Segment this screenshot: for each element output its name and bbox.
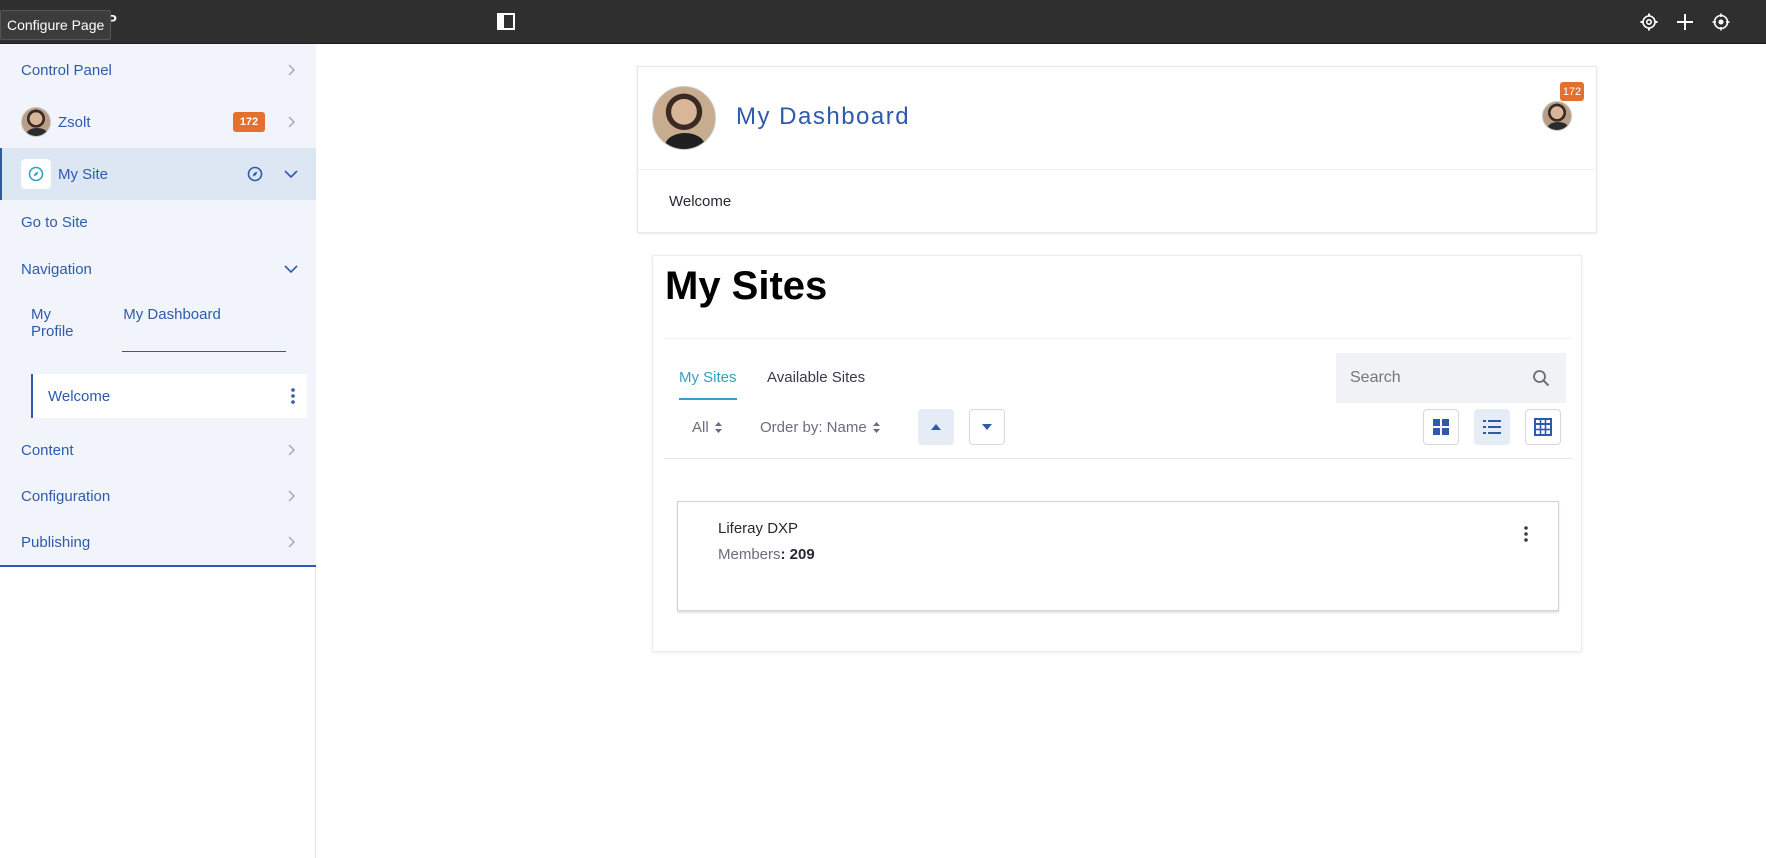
sidebar-item-content[interactable]: Content — [0, 428, 316, 472]
sidebar-item-go-to-site[interactable]: Go to Site — [0, 200, 316, 244]
product-menu-sidebar: Control Panel Zsolt 172 My Site Go to Si… — [0, 44, 316, 858]
simulation-icon[interactable] — [1712, 13, 1730, 31]
page-tree-item-welcome[interactable]: Welcome — [31, 374, 307, 418]
panel-toggle-icon[interactable] — [497, 13, 515, 30]
avatar — [1542, 101, 1572, 131]
navigation-tabs: My Profile My Dashboard — [30, 306, 316, 352]
configure-page-tooltip: Configure Page — [0, 10, 112, 40]
kebab-menu-icon[interactable] — [1524, 526, 1528, 542]
members-label: Members — [718, 546, 781, 563]
notification-badge: 172 — [233, 112, 265, 132]
members-count: : 209 — [780, 546, 815, 563]
chevron-right-icon — [288, 536, 296, 548]
order-by-label: Order by: Name — [760, 419, 867, 436]
sort-ascending-button[interactable] — [918, 409, 954, 445]
nav-item-welcome[interactable]: Welcome — [669, 193, 731, 210]
sidebar-item-configuration[interactable]: Configuration — [0, 474, 316, 518]
plus-icon[interactable] — [1676, 13, 1694, 31]
top-bar: DXP Configure Page — [0, 0, 1766, 44]
search-button[interactable] — [1516, 353, 1566, 403]
sidebar-item-control-panel[interactable]: Control Panel — [0, 44, 316, 96]
filter-label: All — [692, 419, 709, 436]
tab-my-dashboard[interactable]: My Dashboard — [122, 306, 286, 352]
list-view-icon — [1483, 420, 1501, 434]
view-list-button[interactable] — [1474, 409, 1510, 445]
tab-my-sites[interactable]: My Sites — [679, 369, 737, 400]
caret-up-icon — [931, 424, 941, 430]
management-toolbar: All Order by: Name — [664, 409, 1572, 459]
kebab-menu-icon[interactable] — [291, 388, 295, 404]
chevron-right-icon — [288, 490, 296, 502]
caret-down-icon — [982, 424, 992, 430]
search-icon — [1533, 370, 1550, 387]
site-members: Members: 209 — [718, 546, 815, 563]
portlet-title: My Sites — [665, 264, 828, 308]
table-view-icon — [1534, 418, 1552, 436]
view-table-button[interactable] — [1525, 409, 1561, 445]
sidebar-item-user[interactable]: Zsolt 172 — [0, 96, 316, 148]
page-title: My Dashboard — [736, 103, 911, 130]
search-input[interactable] — [1336, 353, 1516, 403]
sidebar-item-publishing[interactable]: Publishing — [0, 520, 316, 564]
page-tree-item-label: Welcome — [48, 387, 111, 405]
sidebar-item-my-site[interactable]: My Site — [0, 148, 316, 200]
sort-descending-button[interactable] — [969, 409, 1005, 445]
chevron-down-icon[interactable] — [284, 168, 298, 180]
chevron-down-icon — [284, 265, 298, 274]
sidebar-panel: Control Panel Zsolt 172 My Site Go to Si… — [0, 44, 316, 567]
sort-arrows-icon — [872, 422, 880, 433]
site-selector-compass-icon[interactable] — [247, 166, 263, 182]
dashboard-header-card: My Dashboard 172 Welcome — [637, 66, 1597, 233]
sidebar-item-label: Configuration — [21, 487, 111, 505]
sidebar-item-label: Content — [21, 441, 74, 459]
view-cards-button[interactable] — [1423, 409, 1459, 445]
chevron-right-icon — [288, 64, 296, 76]
sort-arrows-icon — [714, 422, 722, 433]
cards-view-icon — [1433, 419, 1449, 435]
sidebar-item-label: Publishing — [21, 533, 91, 551]
notification-badge: 172 — [1560, 82, 1584, 101]
chevron-right-icon — [288, 116, 296, 128]
tab-available-sites[interactable]: Available Sites — [767, 369, 865, 386]
filter-dropdown[interactable]: All — [692, 419, 722, 436]
avatar — [21, 107, 51, 137]
list-item[interactable]: Liferay DXP Members: 209 — [677, 501, 1559, 611]
order-by-dropdown[interactable]: Order by: Name — [760, 419, 880, 436]
site-name[interactable]: Liferay DXP — [718, 520, 798, 537]
sidebar-item-label: Navigation — [21, 260, 92, 278]
chevron-right-icon — [288, 444, 296, 456]
tab-my-profile[interactable]: My Profile — [30, 306, 92, 352]
sites-tabs-bar: My Sites Available Sites — [664, 338, 1572, 403]
avatar — [652, 86, 716, 150]
compass-icon — [21, 159, 51, 189]
sidebar-item-label: Control Panel — [21, 61, 112, 79]
go-to-site-link: Go to Site — [21, 213, 88, 231]
user-avatar-button[interactable] — [1542, 101, 1572, 131]
user-name: Zsolt — [58, 113, 91, 131]
site-name: My Site — [58, 165, 109, 183]
sidebar-item-navigation[interactable]: Navigation — [0, 247, 316, 291]
gear-icon[interactable] — [1640, 13, 1658, 31]
my-sites-portlet: My Sites My Sites Available Sites All Or… — [652, 255, 1582, 652]
dashboard-navigation: Welcome — [638, 169, 1596, 233]
